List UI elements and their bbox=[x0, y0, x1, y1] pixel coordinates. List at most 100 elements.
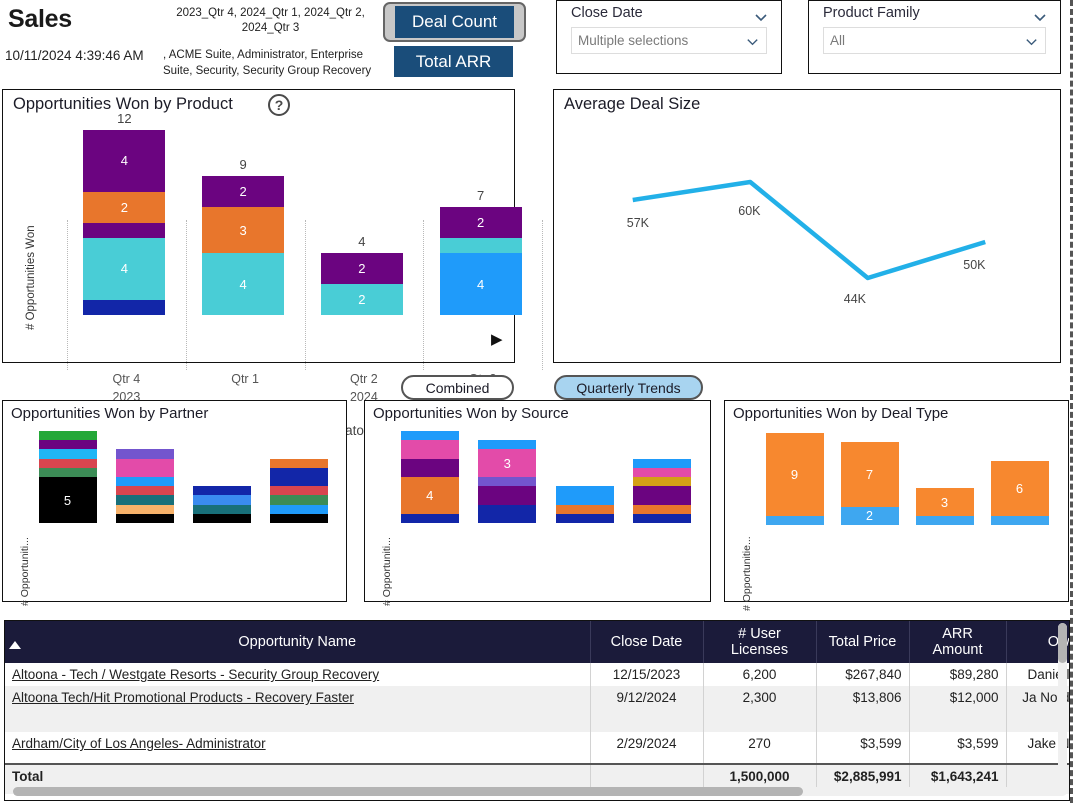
bar-segment[interactable] bbox=[38, 458, 97, 468]
product-family-slicer-value-box[interactable]: All bbox=[823, 27, 1046, 54]
bar-segment[interactable] bbox=[115, 486, 174, 496]
bar-qtr-1[interactable]: 27 bbox=[840, 442, 899, 525]
bar-segment[interactable] bbox=[38, 431, 97, 441]
combined-toggle[interactable]: Combined bbox=[401, 375, 514, 400]
bar-qtr-4[interactable]: 9 bbox=[765, 433, 824, 525]
col-opportunity-name[interactable]: Opportunity Name bbox=[5, 621, 591, 663]
bar-segment[interactable] bbox=[990, 515, 1049, 525]
bar-qtr-1[interactable]: 3 bbox=[478, 440, 537, 523]
bar-segment[interactable] bbox=[83, 222, 166, 238]
bar-segment[interactable]: 9 bbox=[765, 433, 824, 516]
opportunities-table[interactable]: Opportunity Name Close Date # User Licen… bbox=[4, 620, 1070, 801]
bar-segment[interactable] bbox=[633, 458, 692, 468]
bar-qtr-1[interactable] bbox=[115, 449, 174, 523]
bar-segment[interactable] bbox=[192, 504, 251, 514]
bar-segment[interactable] bbox=[400, 513, 459, 523]
bar-qtr-3[interactable]: 42 bbox=[439, 207, 522, 315]
chevron-down-icon[interactable] bbox=[753, 9, 769, 25]
bar-segment[interactable] bbox=[38, 449, 97, 459]
bar-qtr-2[interactable] bbox=[192, 486, 251, 523]
bar-segment[interactable] bbox=[269, 467, 328, 477]
chevron-down-icon[interactable] bbox=[745, 34, 760, 52]
bar-segment[interactable]: 2 bbox=[202, 176, 285, 208]
bar-qtr-4[interactable]: 5 bbox=[38, 431, 97, 523]
close-date-slicer[interactable]: Close Date Multiple selections bbox=[556, 0, 782, 74]
bar-segment[interactable]: 5 bbox=[38, 477, 97, 523]
table-horizontal-scrollbar[interactable] bbox=[13, 787, 1067, 796]
bar-segment[interactable] bbox=[633, 504, 692, 514]
bar-segment[interactable] bbox=[192, 495, 251, 505]
cell-opportunity-name[interactable]: Altoona - Tech / Westgate Resorts - Secu… bbox=[5, 663, 591, 686]
bar-segment[interactable] bbox=[269, 513, 328, 523]
cell-opportunity-name[interactable]: Ardham/City of Los Angeles- Administrato… bbox=[5, 732, 591, 764]
bar-qtr-4[interactable]: 424 bbox=[83, 130, 166, 315]
bar-segment[interactable] bbox=[633, 486, 692, 505]
bar-segment[interactable] bbox=[38, 467, 97, 477]
bar-segment[interactable] bbox=[115, 504, 174, 514]
table-row[interactable]: Ardham/City of Los Angeles- Administrato… bbox=[5, 732, 1069, 764]
cell-opportunity-name[interactable]: Altoona Tech/Hit Promotional Products - … bbox=[5, 686, 591, 732]
total-arr-button[interactable]: Total ARR bbox=[394, 46, 513, 77]
close-date-slicer-value-box[interactable]: Multiple selections bbox=[571, 27, 767, 54]
bar-segment[interactable] bbox=[269, 504, 328, 514]
bar-segment[interactable]: 3 bbox=[915, 488, 974, 516]
scroll-thumb[interactable] bbox=[13, 787, 803, 796]
bar-segment[interactable] bbox=[400, 431, 459, 441]
bar-segment[interactable] bbox=[115, 477, 174, 487]
bar-segment[interactable] bbox=[915, 515, 974, 525]
bar-segment[interactable] bbox=[115, 449, 174, 459]
bar-segment[interactable] bbox=[478, 440, 537, 450]
bar-segment[interactable]: 2 bbox=[320, 284, 403, 315]
bar-segment[interactable]: 2 bbox=[320, 253, 403, 285]
bar-segment[interactable] bbox=[633, 477, 692, 487]
bar-qtr-3[interactable]: 6 bbox=[990, 460, 1049, 525]
bar-qtr-4[interactable]: 4 bbox=[400, 431, 459, 523]
quarterly-trends-toggle[interactable]: Quarterly Trends bbox=[554, 375, 703, 400]
opportunity-link[interactable]: Altoona Tech/Hit Promotional Products - … bbox=[12, 690, 354, 705]
col-arr-amount[interactable]: ARR Amount bbox=[909, 621, 1007, 663]
bar-segment[interactable]: 4 bbox=[400, 477, 459, 514]
legend-next-arrow-icon[interactable]: ▶ bbox=[491, 330, 503, 348]
bar-segment[interactable] bbox=[400, 458, 459, 477]
bar-segment[interactable]: 3 bbox=[202, 207, 285, 254]
bar-segment[interactable]: 4 bbox=[83, 237, 166, 300]
col-total-price[interactable]: Total Price bbox=[816, 621, 910, 663]
bar-segment[interactable]: 2 bbox=[840, 506, 899, 525]
col-close-date[interactable]: Close Date bbox=[590, 621, 704, 663]
bar-segment[interactable] bbox=[192, 486, 251, 496]
bar-segment[interactable] bbox=[555, 486, 614, 505]
bar-segment[interactable] bbox=[269, 477, 328, 487]
bar-segment[interactable]: 7 bbox=[840, 442, 899, 507]
bar-segment[interactable]: 2 bbox=[439, 207, 522, 238]
bar-segment[interactable] bbox=[115, 495, 174, 505]
bar-segment[interactable] bbox=[192, 513, 251, 523]
bar-segment[interactable] bbox=[269, 486, 328, 496]
bar-qtr-1[interactable]: 432 bbox=[202, 176, 285, 315]
bar-segment[interactable]: 4 bbox=[439, 253, 522, 315]
bar-segment[interactable] bbox=[478, 477, 537, 487]
chevron-down-icon[interactable] bbox=[1032, 9, 1048, 25]
bar-segment[interactable] bbox=[765, 515, 824, 525]
scroll-thumb[interactable] bbox=[1058, 623, 1067, 663]
bar-segment[interactable] bbox=[115, 513, 174, 523]
bar-segment[interactable] bbox=[478, 504, 537, 523]
bar-segment[interactable] bbox=[269, 495, 328, 505]
bar-segment[interactable] bbox=[38, 440, 97, 450]
bar-qtr-3[interactable] bbox=[269, 458, 328, 523]
bar-segment[interactable] bbox=[633, 513, 692, 523]
bar-segment[interactable] bbox=[269, 458, 328, 468]
table-row[interactable]: Altoona - Tech / Westgate Resorts - Secu… bbox=[5, 663, 1069, 686]
bar-qtr-2[interactable]: 3 bbox=[915, 488, 974, 525]
sort-ascending-icon[interactable] bbox=[9, 641, 21, 649]
opportunity-link[interactable]: Altoona - Tech / Westgate Resorts - Secu… bbox=[12, 667, 379, 682]
col-user-licenses[interactable]: # User Licenses bbox=[703, 621, 817, 663]
bar-segment[interactable] bbox=[83, 299, 166, 315]
table-row[interactable]: Altoona Tech/Hit Promotional Products - … bbox=[5, 686, 1069, 732]
bar-segment[interactable] bbox=[439, 237, 522, 254]
chevron-down-icon[interactable] bbox=[1024, 34, 1039, 52]
bar-segment[interactable] bbox=[115, 458, 174, 477]
bar-qtr-3[interactable] bbox=[633, 458, 692, 523]
bar-segment[interactable] bbox=[555, 513, 614, 523]
bar-segment[interactable]: 3 bbox=[478, 449, 537, 477]
opportunity-link[interactable]: Ardham/City of Los Angeles- Administrato… bbox=[12, 736, 266, 751]
